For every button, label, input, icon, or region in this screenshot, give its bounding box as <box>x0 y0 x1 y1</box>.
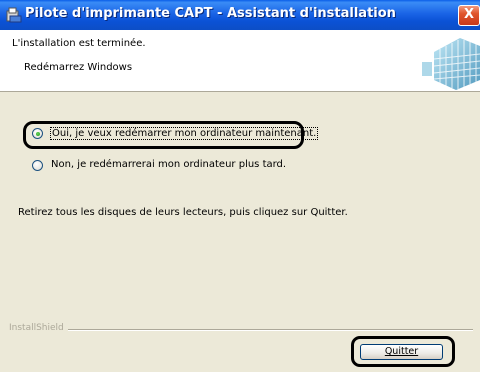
title-bar[interactable]: Pilote d'imprimante CAPT - Assistant d'i… <box>0 0 480 30</box>
window-title: Pilote d'imprimante CAPT - Assistant d'i… <box>25 6 396 21</box>
radio-selected-dot-icon <box>35 131 40 136</box>
instruction-text: Retirez tous les disques de leurs lecteu… <box>18 207 348 218</box>
quit-button-label: Quitter <box>384 346 419 357</box>
wizard-header: L'installation est terminée. Redémarrez … <box>0 30 480 92</box>
header-subtitle: Redémarrez Windows <box>24 62 133 73</box>
installshield-brand: InstallShield <box>9 323 64 333</box>
computer-grid-graphic <box>422 38 480 90</box>
radio-restart-now-label[interactable]: Oui, je veux redémarrer mon ordinateur m… <box>50 127 319 140</box>
header-title: L'installation est terminée. <box>12 38 146 49</box>
radio-restart-later-label[interactable]: Non, je redémarrerai mon ordinateur plus… <box>50 159 287 170</box>
radio-button-unselected[interactable] <box>32 160 43 171</box>
radio-button-selected[interactable] <box>32 128 43 139</box>
close-button[interactable]: X <box>458 5 480 26</box>
close-icon: X <box>464 7 475 22</box>
quit-button[interactable]: Quitter <box>360 344 443 360</box>
installer-icon <box>6 7 22 23</box>
footer-divider <box>68 329 473 331</box>
installer-window: Pilote d'imprimante CAPT - Assistant d'i… <box>0 0 480 372</box>
